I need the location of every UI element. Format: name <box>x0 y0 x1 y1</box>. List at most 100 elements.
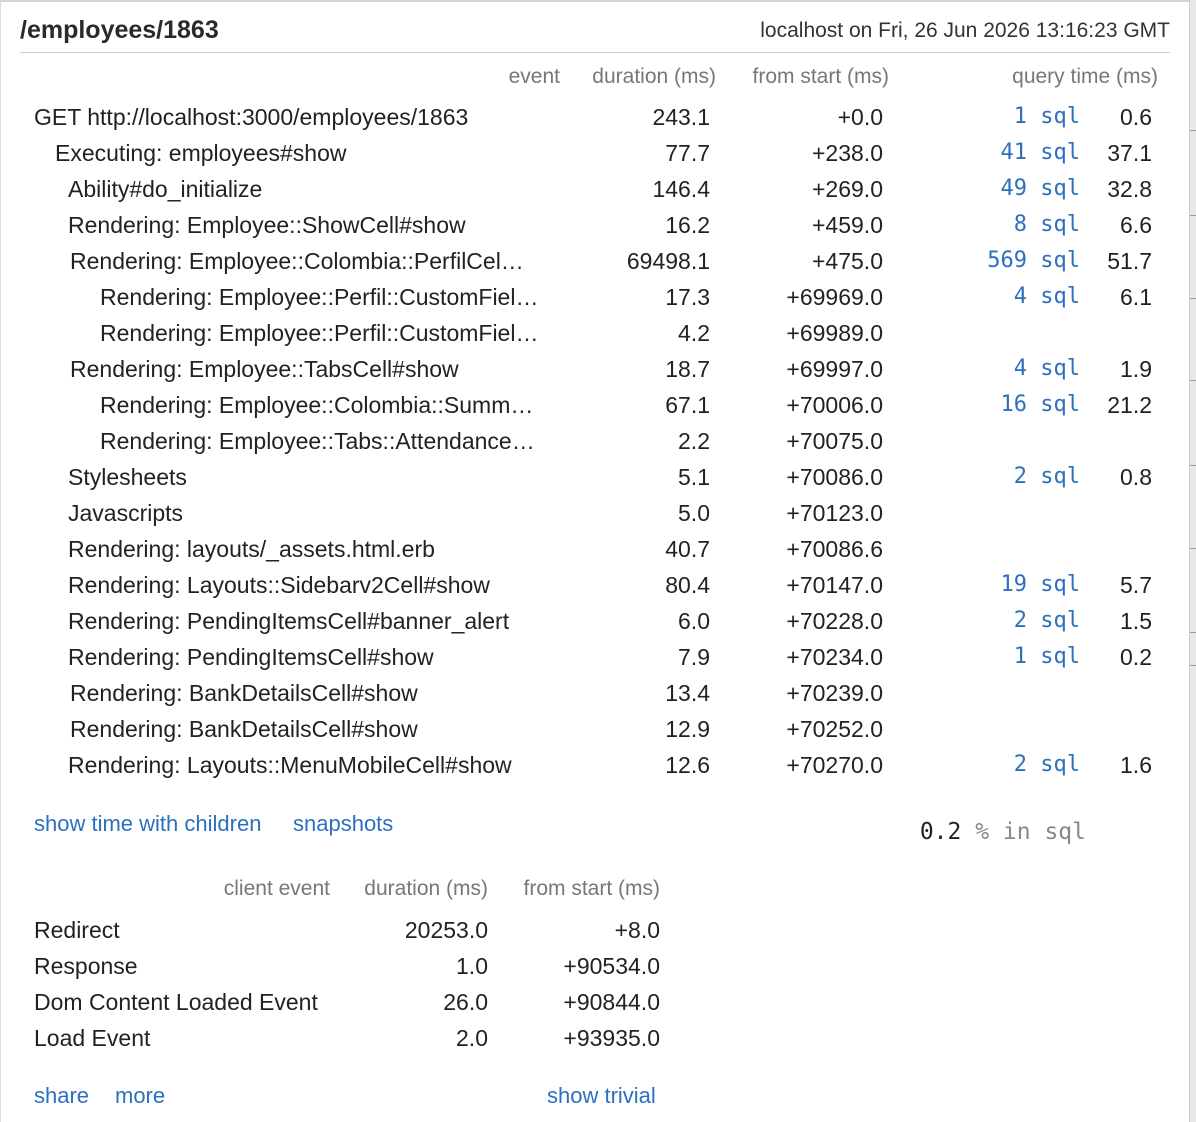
timing-row: Rendering: Employee::Perfil::CustomFiel…… <box>0 284 1190 320</box>
timing-from-start: +70123.0 <box>786 500 883 526</box>
share-link[interactable]: share <box>34 1083 89 1109</box>
sql-count-link[interactable]: 2 sql <box>1014 608 1080 633</box>
timing-name[interactable]: Ability#do_initialize <box>68 176 262 203</box>
timing-query-time: 0.6 <box>1120 104 1152 130</box>
timing-from-start: +70270.0 <box>786 752 883 778</box>
profiler-header: /employees/1863 localhost on Fri, 26 Jun… <box>20 14 1170 53</box>
client-event-name: Load Event <box>34 1025 151 1051</box>
timing-duration: 69498.1 <box>626 248 710 274</box>
timing-duration: 40.7 <box>665 536 710 562</box>
sql-count-link[interactable]: 2 sql <box>1014 464 1080 489</box>
timing-row: Rendering: Layouts::Sidebarv2Cell#show 80… <box>0 572 1190 608</box>
col-header-from-start: from start (ms) <box>752 65 890 88</box>
sql-count-link[interactable]: 41 sql <box>1001 140 1080 165</box>
timing-row: Rendering: Employee::Colombia::Summ… 67.1… <box>0 392 1190 428</box>
timing-name[interactable]: Rendering: Layouts::MenuMobileCell#show <box>68 752 512 779</box>
client-col-header-event: client event <box>223 877 330 900</box>
show-time-with-children-link[interactable]: show time with children <box>34 811 261 837</box>
sql-count-link[interactable]: 1 sql <box>1014 644 1080 669</box>
timing-from-start: +459.0 <box>812 212 883 238</box>
scroll-tick <box>1190 380 1196 381</box>
panel-top-border <box>0 0 1190 2</box>
sql-count-link[interactable]: 1 sql <box>1014 104 1080 129</box>
timing-query-time: 0.8 <box>1120 464 1152 490</box>
more-link[interactable]: more <box>115 1083 165 1109</box>
client-event-from-start: +90534.0 <box>563 953 660 979</box>
timing-name[interactable]: Rendering: PendingItemsCell#show <box>68 644 434 671</box>
timing-name[interactable]: Rendering: PendingItemsCell#banner_alert <box>68 608 509 635</box>
timing-query-time: 0.2 <box>1120 644 1152 670</box>
timing-name[interactable]: Rendering: BankDetailsCell#show <box>70 716 418 743</box>
timing-row: Stylesheets 5.1 +70086.0 2 sql 0.8 <box>0 464 1190 500</box>
timing-name[interactable]: GET http://localhost:3000/employees/1863 <box>34 104 468 131</box>
timing-query-time: 5.7 <box>1120 572 1152 598</box>
timing-name[interactable]: Rendering: Employee::Perfil::CustomFiel… <box>100 284 538 311</box>
show-trivial-link[interactable]: show trivial <box>547 1083 656 1109</box>
timing-row: Rendering: Employee::TabsCell#show 18.7 +6… <box>0 356 1190 392</box>
timing-name[interactable]: Rendering: Layouts::Sidebarv2Cell#show <box>68 572 490 599</box>
timing-duration: 77.7 <box>665 140 710 166</box>
timing-duration: 80.4 <box>665 572 710 598</box>
page-scrollbar-track[interactable] <box>1189 0 1196 1122</box>
sql-count-link[interactable]: 49 sql <box>1001 176 1080 201</box>
timing-duration: 13.4 <box>665 680 710 706</box>
timing-row: Rendering: Employee::Tabs::Attendance… 2.… <box>0 428 1190 464</box>
timing-name[interactable]: Javascripts <box>68 500 183 527</box>
timing-row: Rendering: layouts/_assets.html.erb 40.7 +… <box>0 536 1190 572</box>
client-event-from-start: +93935.0 <box>563 1025 660 1051</box>
timing-from-start: +238.0 <box>812 140 883 166</box>
client-timing-row: Dom Content Loaded Event 26.0 +90844.0 <box>0 989 700 1025</box>
timing-query-time: 37.1 <box>1107 140 1152 166</box>
timing-name[interactable]: Rendering: BankDetailsCell#show <box>70 680 418 707</box>
timing-row: Rendering: PendingItemsCell#banner_alert… <box>0 608 1190 644</box>
client-timing-row: Response 1.0 +90534.0 <box>0 953 700 989</box>
col-header-query-time: query time (ms) <box>1012 65 1158 88</box>
client-timing-row: Load Event 2.0 +93935.0 <box>0 1025 700 1061</box>
timing-duration: 6.0 <box>678 608 710 634</box>
sql-count-link[interactable]: 19 sql <box>1001 572 1080 597</box>
timing-name[interactable]: Rendering: Employee::ShowCell#show <box>68 212 466 239</box>
timing-name[interactable]: Rendering: Employee::Colombia::PerfilCel… <box>70 248 524 275</box>
client-timing-row: Redirect 20253.0 +8.0 <box>0 917 700 953</box>
sql-count-link[interactable]: 8 sql <box>1014 212 1080 237</box>
timing-name[interactable]: Rendering: Employee::TabsCell#show <box>70 356 459 383</box>
timing-row: GET http://localhost:3000/employees/1863… <box>0 104 1190 140</box>
scroll-tick <box>1190 665 1196 666</box>
timing-from-start: +69997.0 <box>786 356 883 382</box>
timing-row: Javascripts 5.0 +70123.0 <box>0 500 1190 536</box>
timing-name[interactable]: Executing: employees#show <box>55 140 347 167</box>
timing-query-time: 1.6 <box>1120 752 1152 778</box>
timing-from-start: +269.0 <box>812 176 883 202</box>
timing-duration: 17.3 <box>665 284 710 310</box>
timing-name[interactable]: Rendering: Employee::Perfil::CustomFiel… <box>100 320 538 347</box>
timing-query-time: 6.1 <box>1120 284 1152 310</box>
timing-from-start: +69969.0 <box>786 284 883 310</box>
timing-row: Rendering: BankDetailsCell#show 12.9 +7025… <box>0 716 1190 752</box>
sql-count-link[interactable]: 2 sql <box>1014 752 1080 777</box>
scroll-tick <box>1190 298 1196 299</box>
timing-duration: 18.7 <box>665 356 710 382</box>
col-header-duration: duration (ms) <box>592 65 716 88</box>
client-event-from-start: +8.0 <box>614 917 660 943</box>
snapshots-link[interactable]: snapshots <box>293 811 393 837</box>
col-header-event: event <box>508 65 560 88</box>
timing-name[interactable]: Rendering: Employee::Colombia::Summ… <box>100 392 533 419</box>
timing-name[interactable]: Rendering: Employee::Tabs::Attendance… <box>100 428 535 455</box>
timing-duration: 67.1 <box>665 392 710 418</box>
sql-count-link[interactable]: 16 sql <box>1001 392 1080 417</box>
timing-from-start: +0.0 <box>837 104 883 130</box>
timing-name[interactable]: Rendering: layouts/_assets.html.erb <box>68 536 435 563</box>
timing-name[interactable]: Stylesheets <box>68 464 187 491</box>
timing-from-start: +69989.0 <box>786 320 883 346</box>
client-event-name: Dom Content Loaded Event <box>34 989 318 1015</box>
sql-count-link[interactable]: 569 sql <box>987 248 1080 273</box>
sql-count-link[interactable]: 4 sql <box>1014 356 1080 381</box>
timing-query-time: 21.2 <box>1107 392 1152 418</box>
timing-row: Rendering: BankDetailsCell#show 13.4 +7023… <box>0 680 1190 716</box>
sql-count-link[interactable]: 4 sql <box>1014 284 1080 309</box>
timing-row: Ability#do_initialize 146.4 +269.0 49 sql 32… <box>0 176 1190 212</box>
timing-row: Rendering: PendingItemsCell#show 7.9 +7023… <box>0 644 1190 680</box>
sql-percent: 0.2 % in sql <box>920 819 1086 845</box>
timing-from-start: +70228.0 <box>786 608 883 634</box>
timing-from-start: +70086.0 <box>786 464 883 490</box>
